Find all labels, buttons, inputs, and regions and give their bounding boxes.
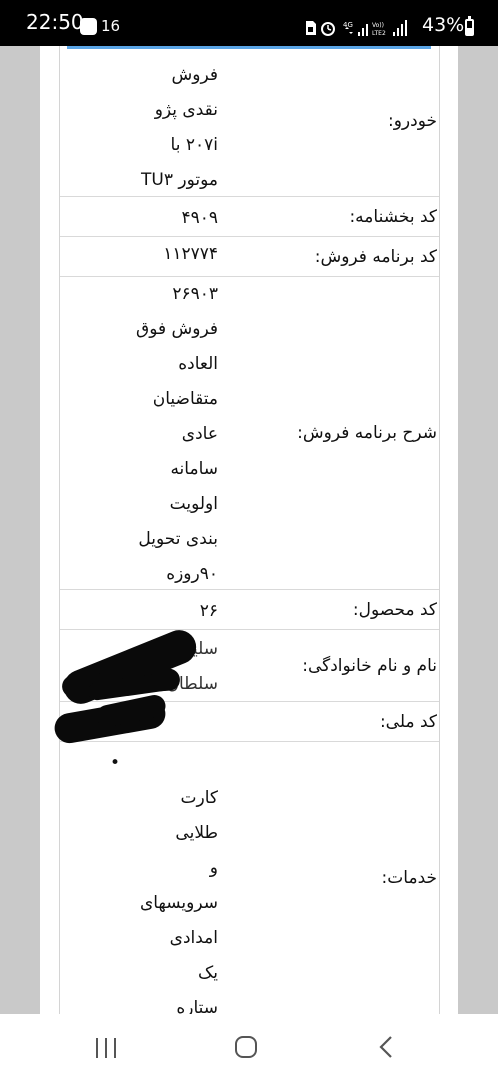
table-row-vehicle: خودرو: فروش نقدی پژو ۲۰۷i با موتور TU۳ bbox=[60, 46, 439, 197]
table-row-services: خدمات: • کارت طلایی و سرویسهای امدادی یک… bbox=[60, 742, 439, 1014]
desc-line: سامانه bbox=[170, 459, 218, 479]
services-line: ستاره bbox=[176, 998, 218, 1014]
table-row-product-code: کد محصول: ۲۶ bbox=[60, 590, 439, 630]
data-4g-icon: 4G bbox=[343, 21, 353, 34]
status-bar: 22:50 16 4G Vo)) LTE2 43% bbox=[0, 0, 498, 46]
vehicle-line: ۲۰۷i با bbox=[170, 135, 218, 155]
full-name-label: نام و نام خانوادگی: bbox=[302, 655, 437, 676]
desc-line: اولویت bbox=[169, 494, 218, 514]
services-line: طلایی bbox=[175, 823, 218, 843]
table-row-bulletin-code: کد بخشنامه: ۴۹۰۹ bbox=[60, 197, 439, 237]
sim-card-icon bbox=[306, 21, 316, 35]
sales-program-desc-value: ۲۶۹۰۳ فروش فوق العاده متقاضیان عادی ساما… bbox=[108, 277, 218, 592]
volte-icon: Vo)) LTE2 bbox=[372, 22, 386, 37]
svg-text:LTE2: LTE2 bbox=[372, 30, 386, 37]
desc-line: ۹۰روزه bbox=[166, 564, 218, 584]
product-code-value: ۲۶ bbox=[199, 601, 218, 621]
clock: 22:50 bbox=[26, 10, 84, 34]
sales-program-code-value: ۱۱۲۷۷۴ bbox=[163, 244, 218, 264]
page-content: خودرو: فروش نقدی پژو ۲۰۷i با موتور TU۳ ک… bbox=[0, 46, 498, 1014]
product-code-label: کد محصول: bbox=[352, 599, 437, 620]
table-row-sales-program-desc: شرح برنامه فروش: ۲۶۹۰۳ فروش فوق العاده م… bbox=[60, 277, 439, 590]
svg-text:Vo)): Vo)) bbox=[372, 22, 384, 29]
services-line: سرویسهای bbox=[139, 893, 218, 913]
sales-program-desc-label: شرح برنامه فروش: bbox=[297, 423, 437, 443]
battery-icon bbox=[465, 16, 474, 36]
national-code-label: کد ملی: bbox=[379, 711, 437, 732]
services-line: کارت bbox=[180, 788, 219, 808]
services-line: و bbox=[209, 858, 218, 878]
desc-line: بندی تحویل bbox=[138, 529, 218, 549]
back-icon[interactable] bbox=[378, 1036, 396, 1058]
home-icon[interactable] bbox=[235, 1036, 257, 1058]
bulletin-code-value: ۴۹۰۹ bbox=[181, 208, 218, 228]
vehicle-line: فروش bbox=[171, 65, 218, 85]
vehicle-line: موتور TU۳ bbox=[141, 170, 218, 190]
recents-icon[interactable] bbox=[96, 1038, 118, 1058]
vehicle-label: خودرو: bbox=[387, 111, 437, 131]
desc-line: العاده bbox=[178, 354, 218, 374]
sales-program-code-label: کد برنامه فروش: bbox=[314, 246, 437, 267]
desc-line: فروش فوق bbox=[136, 319, 218, 339]
services-line: یک bbox=[198, 963, 218, 983]
navigation-bar bbox=[0, 1014, 498, 1080]
bullet-marker: • bbox=[110, 753, 121, 773]
system-status-icons: 4G Vo)) LTE2 bbox=[306, 20, 407, 37]
desc-line: متقاضیان bbox=[152, 389, 218, 409]
table-row-sales-program-code: کد برنامه فروش: ۱۱۲۷۷۴ bbox=[60, 237, 439, 277]
alarm-icon bbox=[321, 22, 335, 36]
desc-line: عادی bbox=[181, 424, 218, 444]
services-line: امدادی bbox=[169, 928, 218, 948]
signal-bars-icon-1 bbox=[358, 24, 368, 36]
vehicle-line: نقدی پژو bbox=[154, 100, 218, 120]
details-table: خودرو: فروش نقدی پژو ۲۰۷i با موتور TU۳ ک… bbox=[59, 46, 440, 1014]
vehicle-value: فروش نقدی پژو ۲۰۷i با موتور TU۳ bbox=[108, 58, 218, 198]
desc-line: ۲۶۹۰۳ bbox=[172, 284, 218, 304]
notification-count: 16 bbox=[101, 17, 121, 35]
notification-app-icon bbox=[80, 18, 97, 35]
svg-text:4G: 4G bbox=[343, 21, 353, 29]
services-value: • کارت طلایی و سرویسهای امدادی یک ستاره bbox=[108, 746, 218, 1014]
battery-percent: 43% bbox=[422, 14, 465, 36]
signal-bars-icon-2 bbox=[393, 20, 407, 36]
services-label: خدمات: bbox=[381, 868, 437, 888]
bulletin-code-label: کد بخشنامه: bbox=[349, 206, 437, 227]
